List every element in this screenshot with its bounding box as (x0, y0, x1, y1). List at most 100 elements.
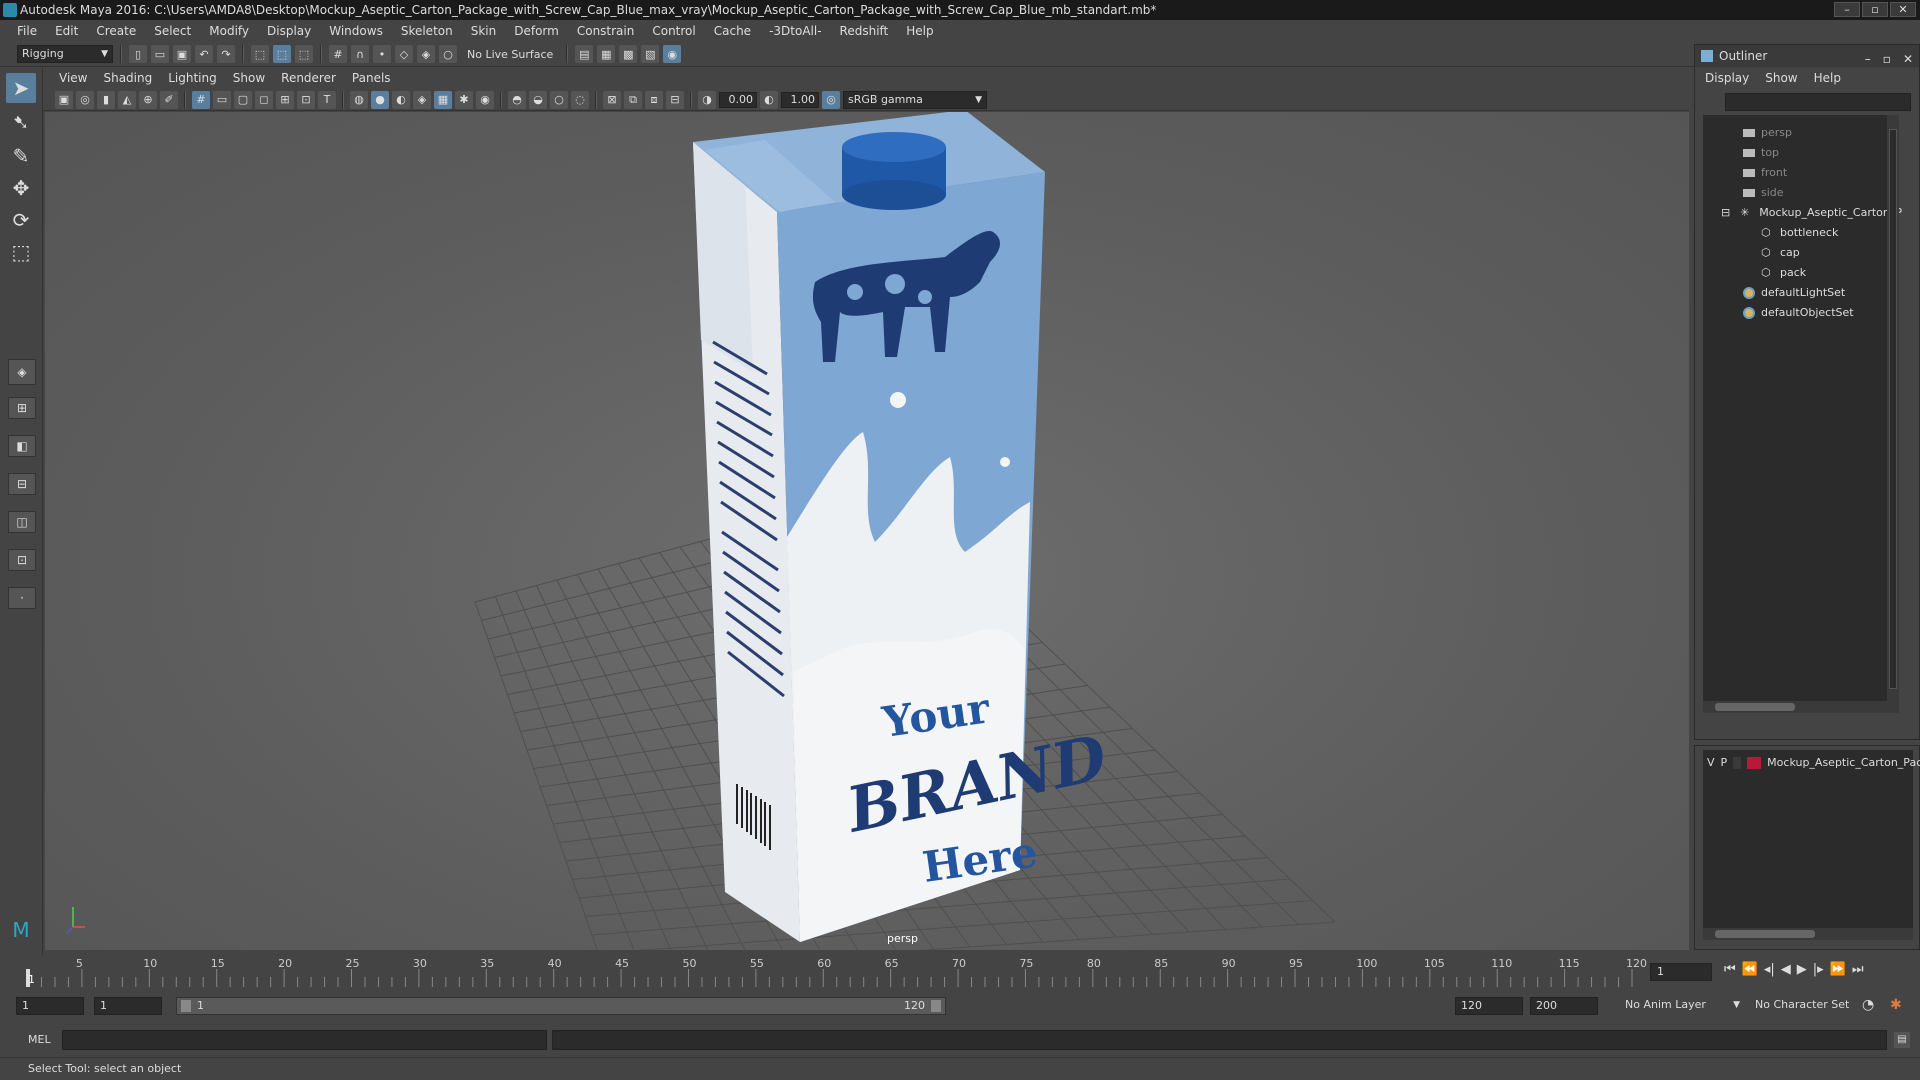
snap-view-icon[interactable]: ◇ (395, 45, 413, 63)
outliner-item-defaultobjectset[interactable]: defaultObjectSet (1743, 303, 1854, 323)
outliner-horizontal-scrollbar[interactable] (1703, 701, 1899, 713)
outliner-search-input[interactable] (1725, 93, 1911, 111)
animation-preferences-icon[interactable]: ✱ (1890, 997, 1902, 1013)
outliner-item-front[interactable]: front (1743, 163, 1787, 183)
open-scene-icon[interactable]: ▭ (151, 45, 169, 63)
gate-mask-icon[interactable]: ◻ (255, 90, 273, 109)
layer-color-swatch[interactable] (1747, 756, 1762, 769)
bookmark-icon[interactable]: ▮ (97, 90, 115, 109)
select-object-icon[interactable]: ⬚ (273, 45, 291, 63)
command-input[interactable] (62, 1030, 547, 1050)
shadows-icon[interactable]: ◉ (476, 90, 494, 109)
menu-create[interactable]: Create (87, 24, 145, 38)
menu-modify[interactable]: Modify (200, 24, 258, 38)
outliner-item-defaultlightset[interactable]: defaultLightSet (1743, 283, 1845, 303)
2d-pan-zoom-icon[interactable]: ⊕ (139, 90, 157, 109)
image-plane-icon[interactable]: ◭ (118, 90, 136, 109)
grease-pencil-icon[interactable]: ✐ (160, 90, 178, 109)
wireframe-icon[interactable]: ◍ (350, 90, 368, 109)
command-language-label[interactable]: MEL (28, 1033, 51, 1046)
step-forward-icon[interactable]: ⏩ (1830, 962, 1846, 977)
smooth-shade-icon[interactable]: ● (371, 90, 389, 109)
play-forwards-icon[interactable]: ▶ (1797, 962, 1807, 977)
exposure-icon[interactable]: ◑ (698, 90, 716, 109)
use-all-lights-icon[interactable]: ✱ (455, 90, 473, 109)
menu-display[interactable]: Display (258, 24, 320, 38)
resolution-gate-icon[interactable]: ▢ (234, 90, 252, 109)
menu-skeleton[interactable]: Skeleton (392, 24, 462, 38)
render-frame-icon[interactable]: ▦ (597, 45, 616, 63)
depth-of-field-icon[interactable]: ◌ (571, 90, 589, 109)
screen-space-ao-icon[interactable]: ◓ (508, 90, 526, 109)
playback-end-field[interactable]: 120 (1455, 997, 1523, 1015)
scrollbar-thumb[interactable] (1889, 129, 1897, 689)
outliner-menu-display[interactable]: Display (1705, 71, 1749, 85)
film-gate-icon[interactable]: ▭ (213, 90, 231, 109)
menu-set-dropdown[interactable]: Rigging ▼ (17, 45, 113, 63)
character-set-dropdown[interactable]: No Character Set (1750, 997, 1872, 1015)
xray-components-icon[interactable]: ⊟ (666, 90, 684, 109)
minimize-button[interactable]: – (1834, 2, 1860, 17)
paint-select-tool-icon[interactable]: ✎ (6, 141, 36, 171)
animation-start-field[interactable]: 1 (16, 997, 84, 1015)
scrollbar-thumb[interactable] (1715, 930, 1815, 938)
script-editor-icon[interactable]: ▤ (1894, 1032, 1910, 1048)
panel-menu-show[interactable]: Show (225, 71, 273, 85)
step-forward-key-icon[interactable]: |▸ (1813, 962, 1824, 977)
hypershade-layout-icon[interactable]: ◫ (8, 511, 36, 533)
safe-title-icon[interactable]: T (318, 90, 336, 109)
outliner-item-bottleneck[interactable]: ⬡ bottleneck (1761, 223, 1838, 243)
play-backwards-icon[interactable]: ◀ (1781, 962, 1791, 977)
outliner-menu-help[interactable]: Help (1814, 71, 1841, 85)
motion-blur-icon[interactable]: ◒ (529, 90, 547, 109)
outliner-minimize-button[interactable]: – (1865, 48, 1871, 70)
range-end-handle[interactable] (931, 1000, 941, 1012)
xray-joints-icon[interactable]: ⧈ (645, 90, 663, 109)
collapse-toggle-icon[interactable]: ⊟ (1721, 206, 1730, 219)
outliner-item-pack[interactable]: ⬡ pack (1761, 263, 1806, 283)
redo-icon[interactable]: ↷ (217, 45, 235, 63)
time-slider[interactable]: 5 10 15 20 25 30 35 40 45 50 55 60 65 70 75 80 85 90 95 100… (20, 955, 1647, 987)
render-settings-icon[interactable]: ▤ (575, 45, 594, 63)
gamma-icon[interactable]: ◐ (760, 90, 778, 109)
scale-tool-icon[interactable]: ⬚ (6, 237, 36, 267)
menu-cache[interactable]: Cache (705, 24, 760, 38)
playback-start-field[interactable]: 1 (94, 997, 162, 1015)
undo-icon[interactable]: ↶ (195, 45, 213, 63)
wireframe-on-shaded-icon[interactable]: ◈ (413, 90, 431, 109)
persp-uv-layout-icon[interactable]: ⊡ (8, 549, 36, 571)
single-perspective-layout-icon[interactable]: ◈ (8, 359, 36, 385)
outliner-item-group[interactable]: ⊟ ✳ Mockup_Aseptic_Carton_P (1721, 203, 1902, 223)
outliner-item-side[interactable]: side (1743, 183, 1784, 203)
step-back-icon[interactable]: ⏪ (1742, 962, 1758, 977)
select-component-icon[interactable]: ⬚ (295, 45, 313, 63)
panel-menu-view[interactable]: View (51, 71, 95, 85)
panel-menu-shading[interactable]: Shading (95, 71, 160, 85)
exposure-field[interactable]: 0.00 (719, 91, 757, 108)
range-start-handle[interactable] (181, 1000, 191, 1012)
color-management-icon[interactable]: ◎ (822, 90, 840, 109)
layer-reference-toggle[interactable] (1733, 756, 1742, 769)
render-view-icon[interactable]: ▧ (641, 45, 660, 63)
menu-constrain[interactable]: Constrain (568, 24, 644, 38)
menu-deform[interactable]: Deform (505, 24, 568, 38)
menu-3dtoall[interactable]: -3DtoAll- (760, 24, 830, 38)
go-to-end-icon[interactable]: ⏭ (1852, 962, 1864, 977)
menu-edit[interactable]: Edit (46, 24, 87, 38)
grid-toggle-icon[interactable]: # (192, 90, 210, 109)
multisample-aa-icon[interactable]: ○ (550, 90, 568, 109)
range-slider[interactable]: 1 120 (176, 997, 946, 1015)
snap-grid-icon[interactable]: # (329, 45, 347, 63)
menu-skin[interactable]: Skin (462, 24, 506, 38)
snap-live-icon[interactable]: ○ (439, 45, 457, 63)
anim-layer-dropdown[interactable]: No Anim Layer ▼ (1620, 997, 1742, 1015)
layer-playback-toggle[interactable]: P (1721, 756, 1728, 769)
snap-surface-icon[interactable]: ◈ (417, 45, 435, 63)
snap-point-icon[interactable]: • (373, 45, 391, 63)
close-button[interactable]: ✕ (1890, 2, 1916, 17)
rotate-tool-icon[interactable]: ⟳ (6, 205, 36, 235)
menu-help[interactable]: Help (897, 24, 942, 38)
go-to-start-icon[interactable]: ⏮ (1724, 962, 1736, 977)
panel-menu-lighting[interactable]: Lighting (160, 71, 225, 85)
scrollbar-thumb[interactable] (1715, 703, 1795, 711)
